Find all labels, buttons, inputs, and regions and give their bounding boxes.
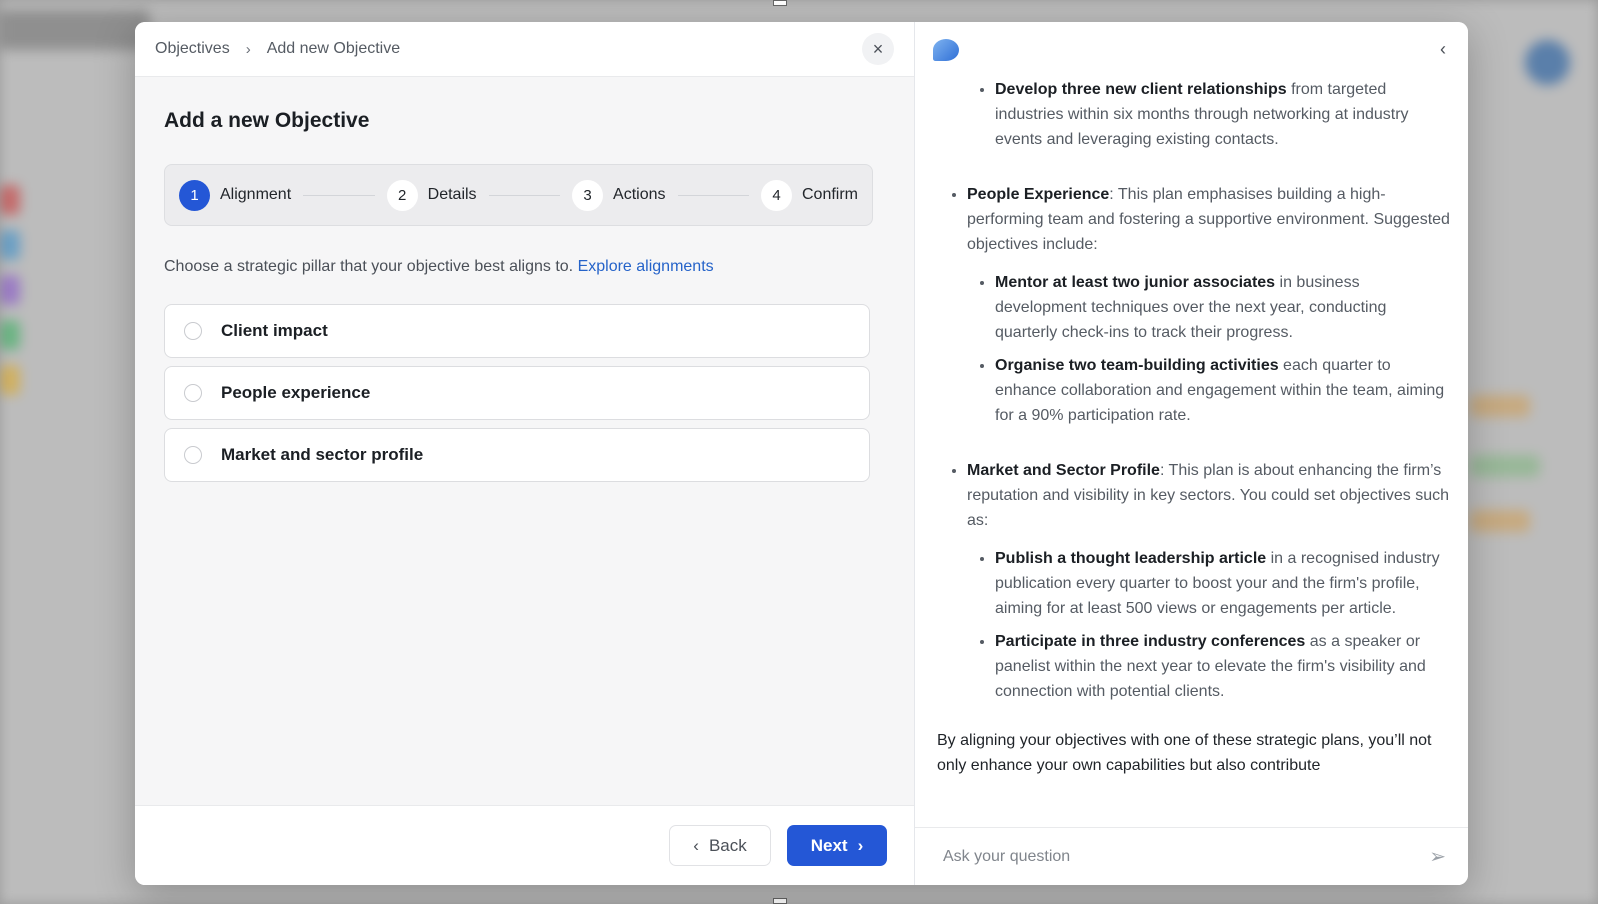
breadcrumb-separator-icon: ›	[245, 40, 251, 58]
section-title: People Experience	[967, 186, 1110, 203]
resize-handle-bottom[interactable]	[773, 898, 787, 904]
intro-text-body: Choose a strategic pillar that your obje…	[164, 258, 574, 275]
objective-wizard-panel: Objectives › Add new Objective × Add a n…	[135, 22, 915, 885]
assistant-message: Develop three new client relationships f…	[915, 77, 1468, 827]
step-connector	[303, 194, 375, 196]
suggestion-item: Publish a thought leadership article in …	[995, 546, 1450, 621]
suggestion-title: Mentor at least two junior associates	[995, 274, 1276, 291]
suggestion-title: Participate in three industry conference…	[995, 633, 1306, 650]
step-connector	[488, 194, 561, 196]
back-label: Back	[708, 835, 747, 855]
option-client-impact[interactable]: Client impact	[164, 304, 870, 358]
step-number: 4	[760, 179, 792, 211]
pillar-options: Client impact People experience Market a…	[164, 304, 886, 482]
radio-button[interactable]	[184, 446, 202, 464]
pillar-section-people-experience: People Experience: This plan emphasises …	[967, 182, 1450, 428]
radio-button[interactable]	[184, 384, 202, 402]
step-actions[interactable]: 3 Actions	[572, 179, 666, 211]
breadcrumb-current: Add new Objective	[266, 40, 401, 57]
wizard-footer: ‹ Back Next ›	[135, 805, 914, 885]
page-title: Add a new Objective	[164, 109, 370, 132]
step-alignment[interactable]: 1 Alignment	[179, 179, 292, 211]
resize-handle-top[interactable]	[773, 0, 787, 6]
modal-header: Objectives › Add new Objective ×	[135, 22, 914, 77]
ask-question-input[interactable]	[943, 847, 1363, 866]
next-label: Next	[810, 835, 848, 855]
option-label: People experience	[221, 383, 371, 402]
suggestion-item: Participate in three industry conference…	[995, 629, 1450, 704]
suggestion-title: Develop three new client relationships	[995, 81, 1287, 98]
option-market-and-sector-profile[interactable]: Market and sector profile	[164, 428, 870, 482]
assistant-panel: ‹ Develop three new client relationships…	[915, 22, 1468, 885]
breadcrumb-objectives[interactable]: Objectives	[155, 40, 230, 58]
closing-text: By aligning your objectives with one of …	[937, 732, 1432, 774]
wizard-body: Add a new Objective 1 Alignment 2 Detail…	[135, 77, 914, 805]
suggestion-title: Publish a thought leadership article	[995, 550, 1267, 567]
pillar-section-market-and-sector-profile: Market and Sector Profile: This plan is …	[967, 458, 1450, 704]
suggestion-item: Develop three new client relationships f…	[995, 77, 1450, 152]
suggestion-title: Organise two team-building activities	[995, 357, 1279, 374]
section-title: Market and Sector Profile	[967, 462, 1160, 479]
step-details[interactable]: 2 Details	[386, 179, 477, 211]
step-number: 1	[179, 179, 210, 211]
chevron-left-icon: ‹	[693, 835, 699, 855]
option-people-experience[interactable]: People experience	[164, 366, 870, 420]
step-connector	[677, 194, 749, 196]
option-label: Market and sector profile	[221, 445, 424, 464]
suggestion-item: Organise two team-building activities ea…	[995, 353, 1450, 428]
explore-alignments-link[interactable]: Explore alignments	[578, 258, 714, 275]
assistant-header: ‹	[915, 22, 1468, 77]
step-number: 3	[572, 179, 604, 211]
chevron-right-icon: ›	[857, 835, 864, 855]
step-label: Actions	[613, 186, 666, 203]
option-label: Client impact	[221, 321, 328, 340]
back-button[interactable]: ‹ Back	[669, 825, 771, 866]
close-button[interactable]: ×	[862, 33, 894, 65]
step-label: Details	[427, 186, 477, 203]
add-objective-modal: Objectives › Add new Objective × Add a n…	[135, 22, 1468, 885]
radio-button[interactable]	[184, 322, 202, 340]
step-number: 2	[386, 179, 418, 211]
send-icon[interactable]: ➢	[1429, 844, 1446, 869]
step-confirm[interactable]: 4 Confirm	[760, 179, 858, 211]
assistant-logo-icon	[933, 38, 959, 61]
step-label: Confirm	[801, 186, 858, 203]
stepper: 1 Alignment 2 Details 3 Actions 4 Confir…	[164, 164, 873, 226]
close-icon: ×	[872, 38, 884, 59]
suggestion-item: Mentor at least two junior associates in…	[995, 270, 1450, 345]
collapse-panel-icon[interactable]: ‹	[1440, 39, 1446, 60]
step-label: Alignment	[220, 186, 292, 203]
ask-question-bar: ➢	[915, 827, 1468, 885]
intro-text: Choose a strategic pillar that your obje…	[164, 258, 886, 276]
next-button[interactable]: Next ›	[787, 825, 887, 866]
